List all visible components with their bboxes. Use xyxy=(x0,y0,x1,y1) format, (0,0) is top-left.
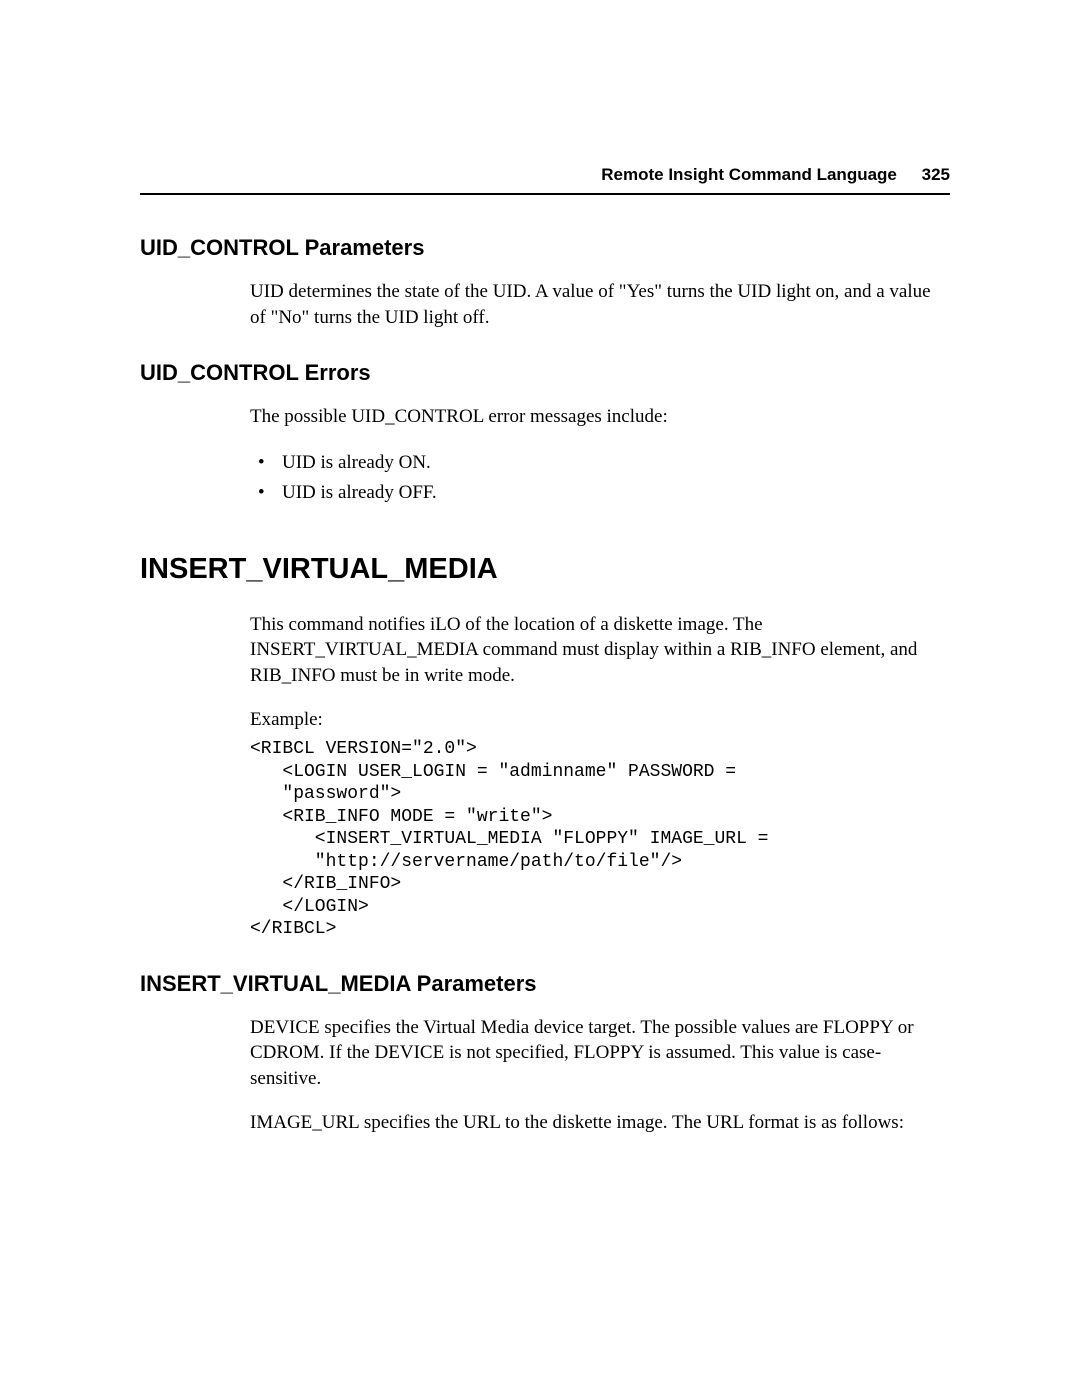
page-number: 325 xyxy=(922,165,950,184)
ivm-description: This command notifies iLO of the locatio… xyxy=(250,612,950,689)
section-uid-params-body: UID determines the state of the UID. A v… xyxy=(250,279,950,330)
heading-ivm-parameters: INSERT_VIRTUAL_MEDIA Parameters xyxy=(140,971,950,997)
header-title: Remote Insight Command Language xyxy=(601,165,897,184)
uid-errors-list: UID is already ON. UID is already OFF. xyxy=(250,448,950,509)
uid-errors-intro: The possible UID_CONTROL error messages … xyxy=(250,404,950,430)
ivm-params-device: DEVICE specifies the Virtual Media devic… xyxy=(250,1015,950,1092)
section-ivm-body: This command notifies iLO of the locatio… xyxy=(250,612,950,941)
page-container: Remote Insight Command Language 325 UID_… xyxy=(0,0,1080,1253)
running-header: Remote Insight Command Language 325 xyxy=(140,165,950,195)
heading-insert-virtual-media: INSERT_VIRTUAL_MEDIA xyxy=(140,553,950,586)
section-uid-errors-body: The possible UID_CONTROL error messages … xyxy=(250,404,950,508)
uid-params-text: UID determines the state of the UID. A v… xyxy=(250,279,950,330)
heading-uid-control-parameters: UID_CONTROL Parameters xyxy=(140,235,950,261)
heading-uid-control-errors: UID_CONTROL Errors xyxy=(140,360,950,386)
ivm-example-label: Example: xyxy=(250,707,950,733)
list-item: UID is already ON. xyxy=(250,448,950,478)
ivm-code-example: <RIBCL VERSION="2.0"> <LOGIN USER_LOGIN … xyxy=(250,738,950,941)
ivm-params-image-url: IMAGE_URL specifies the URL to the diske… xyxy=(250,1110,950,1136)
section-ivm-params-body: DEVICE specifies the Virtual Media devic… xyxy=(250,1015,950,1136)
list-item: UID is already OFF. xyxy=(250,478,950,508)
